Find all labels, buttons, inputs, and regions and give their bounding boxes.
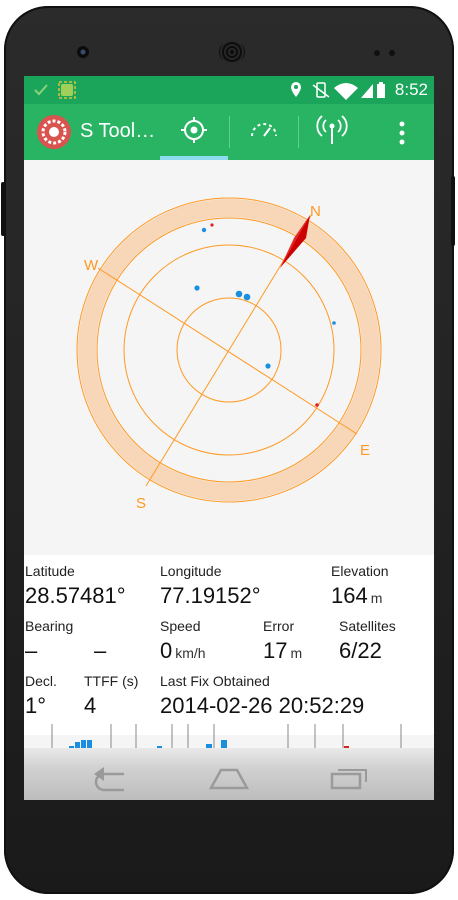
direction-e: E bbox=[360, 442, 370, 459]
speed-readout: 0 km/h bbox=[160, 638, 206, 664]
speed-value: 0 bbox=[160, 638, 173, 663]
android-debug-icon bbox=[58, 81, 76, 99]
longitude-value: 77.19152° bbox=[160, 583, 261, 608]
decl-value: 1° bbox=[25, 693, 47, 718]
error-unit: m bbox=[290, 645, 303, 661]
crosshair-icon bbox=[181, 117, 207, 143]
speedometer-icon bbox=[251, 123, 277, 137]
navigation-bar bbox=[24, 748, 434, 800]
error-label: Error bbox=[263, 618, 295, 634]
status-bar: 8:52 bbox=[24, 76, 434, 104]
satellite-dot bbox=[210, 223, 214, 227]
overflow-menu-icon[interactable] bbox=[392, 118, 412, 148]
satellite-dot bbox=[315, 403, 319, 407]
longitude-label: Longitude bbox=[160, 563, 222, 579]
bearing-value-2: – bbox=[94, 638, 107, 663]
satellites-label: Satellites bbox=[339, 618, 396, 634]
home-icon[interactable] bbox=[207, 762, 251, 792]
last-fix-value: 2014-02-26 20:52:29 bbox=[160, 693, 365, 718]
antenna-icon bbox=[316, 115, 348, 144]
error-value: 17 bbox=[263, 638, 288, 663]
recent-apps-icon[interactable] bbox=[328, 762, 372, 792]
latitude-label: Latitude bbox=[25, 563, 75, 579]
battery-icon bbox=[377, 82, 385, 98]
bearing-label: Bearing bbox=[25, 618, 74, 634]
elevation-label: Elevation bbox=[331, 563, 389, 579]
direction-s: S bbox=[136, 495, 146, 512]
elevation-value: 164 bbox=[331, 583, 368, 608]
satellite-dot bbox=[235, 290, 243, 298]
bearing-value: – bbox=[25, 638, 38, 663]
app-title[interactable]: S Tool… bbox=[80, 120, 155, 143]
tab-signal[interactable] bbox=[299, 104, 365, 160]
app-bar: S Tool… bbox=[24, 104, 434, 160]
speed-label: Speed bbox=[160, 618, 201, 634]
latitude-value: 28.57481° bbox=[25, 583, 126, 608]
gps-content: N E S W Latitude 28.57481° Longitude 77.… bbox=[24, 160, 434, 800]
satellite-radar: N E S W bbox=[76, 197, 382, 512]
ttff-value: 4 bbox=[84, 693, 97, 718]
status-time: 8:52 bbox=[394, 80, 428, 99]
front-camera bbox=[77, 46, 89, 58]
elevation-readout: 164 m bbox=[331, 583, 382, 609]
vibrate-icon bbox=[312, 82, 330, 98]
power-button bbox=[451, 176, 455, 246]
app-logo-icon[interactable] bbox=[36, 114, 72, 150]
satellite-dot bbox=[201, 227, 207, 233]
speed-unit: km/h bbox=[175, 645, 206, 661]
earpiece-speaker bbox=[219, 42, 245, 62]
location-pin-icon bbox=[291, 82, 301, 97]
back-icon[interactable] bbox=[88, 762, 132, 792]
tab-speedometer[interactable] bbox=[230, 104, 298, 160]
error-readout: 17 m bbox=[263, 638, 302, 664]
direction-n: N bbox=[310, 203, 321, 220]
satellite-dot bbox=[194, 285, 200, 291]
satellite-dot bbox=[243, 293, 251, 301]
decl-label: Decl. bbox=[25, 673, 57, 689]
satellites-value: 6/22 bbox=[339, 638, 382, 663]
direction-w: W bbox=[84, 257, 99, 274]
stats-panel: Latitude 28.57481° Longitude 77.19152° E… bbox=[24, 555, 434, 735]
volume-button bbox=[1, 182, 5, 236]
signal-icon bbox=[361, 84, 373, 98]
elevation-unit: m bbox=[370, 590, 383, 606]
last-fix-label: Last Fix Obtained bbox=[160, 673, 270, 689]
west-east-axis bbox=[97, 267, 358, 435]
ttff-label: TTFF (s) bbox=[84, 673, 139, 689]
proximity-sensor bbox=[374, 50, 380, 56]
tab-location[interactable] bbox=[160, 104, 228, 160]
light-sensor bbox=[389, 50, 395, 56]
screen: 8:52 S Tool… N E S W Latitude 28.57481° … bbox=[24, 76, 434, 800]
satellite-dot bbox=[332, 321, 336, 325]
satellite-dot bbox=[265, 363, 271, 369]
wifi-icon bbox=[334, 83, 358, 100]
check-icon bbox=[34, 84, 48, 96]
